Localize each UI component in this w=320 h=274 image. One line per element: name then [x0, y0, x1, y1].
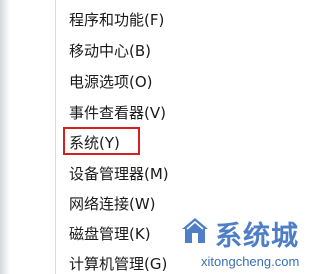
menu-item-computer-management[interactable]: 计算机管理(G): [69, 252, 167, 274]
menu-item-power-options[interactable]: 电源选项(O): [69, 70, 153, 94]
watermark-url: xitongcheng.com: [201, 254, 300, 269]
menu-item-device-manager[interactable]: 设备管理器(M): [69, 162, 169, 186]
menu-item-network-connections[interactable]: 网络连接(W): [69, 192, 156, 216]
menu-item-disk-management[interactable]: 磁盘管理(K): [69, 222, 151, 246]
menu-item-mobility-center[interactable]: 移动中心(B): [69, 39, 151, 63]
watermark: 系统城 xitongcheng.com: [175, 212, 305, 272]
menu-item-event-viewer[interactable]: 事件查看器(V): [69, 101, 166, 125]
desktop-edge: [0, 0, 10, 274]
menu-item-programs-features[interactable]: 程序和功能(F): [69, 8, 164, 32]
house-logo-icon: [182, 218, 208, 243]
screenshot-stage: 程序和功能(F) 移动中心(B) 电源选项(O) 事件查看器(V) 系统(Y) …: [0, 0, 306, 274]
watermark-title: 系统城: [215, 221, 299, 252]
system-highlight-box: [63, 127, 140, 155]
